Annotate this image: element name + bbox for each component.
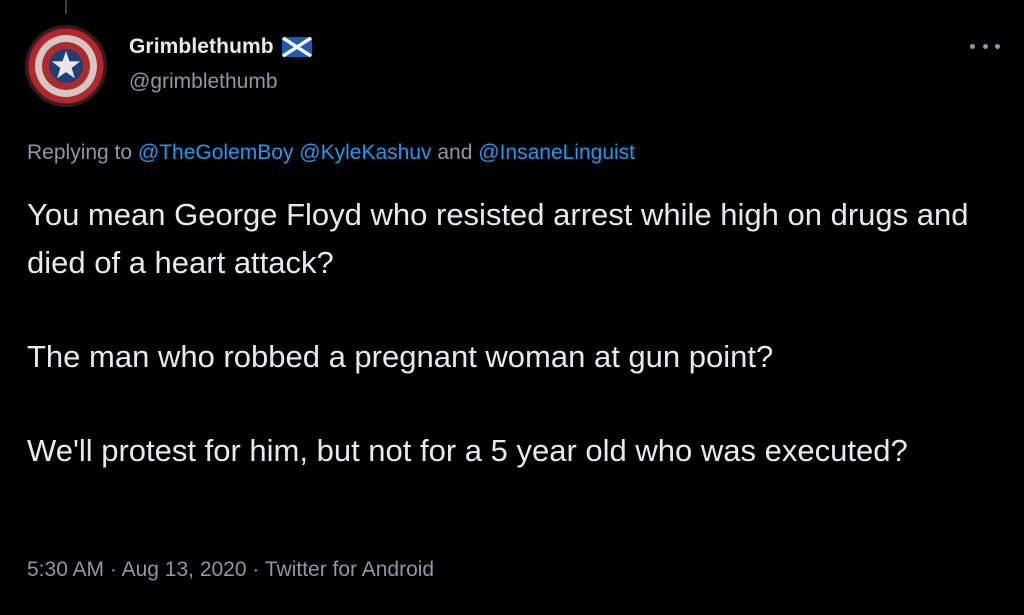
captain-america-shield-icon <box>25 25 107 107</box>
author-name-row[interactable]: Grimblethumb <box>129 35 312 59</box>
more-dot <box>970 43 975 49</box>
more-horizontal-icon[interactable] <box>970 36 1000 56</box>
tweet-source[interactable]: Twitter for Android <box>265 558 434 581</box>
more-dot <box>995 43 1000 49</box>
scotland-flag-icon <box>281 37 312 57</box>
replying-to-line: Replying to @TheGolemBoy @KyleKashuv and… <box>27 141 635 165</box>
more-dot <box>982 43 988 49</box>
replying-to-label: Replying to <box>27 141 133 164</box>
mention-link[interactable]: @TheGolemBoy <box>138 141 294 164</box>
meta-separator: · <box>109 558 117 581</box>
avatar[interactable] <box>25 25 107 107</box>
mention-link[interactable]: @InsaneLinguist <box>478 141 635 164</box>
author-display-name[interactable]: Grimblethumb <box>129 35 274 59</box>
meta-separator: · <box>252 558 260 581</box>
tweet-paragraph: The man who robbed a pregnant woman at g… <box>27 339 774 374</box>
mention-link[interactable]: @KyleKashuv <box>299 141 431 164</box>
tweet-text: You mean George Floyd who resisted arres… <box>27 191 1012 475</box>
thread-connector-line <box>65 0 67 14</box>
tweet-metadata: 5:30 AM · Aug 13, 2020 · Twitter for And… <box>27 558 434 582</box>
tweet-date[interactable]: Aug 13, 2020 <box>122 558 247 581</box>
author-handle[interactable]: @grimblethumb <box>129 70 278 94</box>
tweet-paragraph: You mean George Floyd who resisted arres… <box>27 197 969 280</box>
tweet-paragraph: We'll protest for him, but not for a 5 y… <box>27 433 908 468</box>
replying-to-conjunction: and <box>437 141 473 164</box>
tweet-time[interactable]: 5:30 AM <box>27 558 104 581</box>
